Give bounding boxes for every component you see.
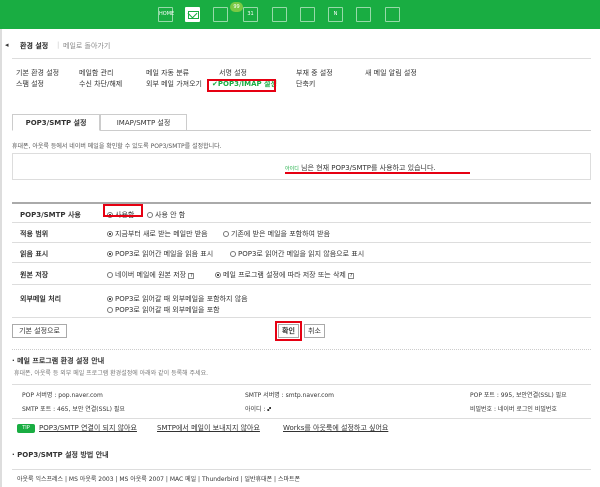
external-exclude[interactable]: POP3로 읽어갈 때 외부메일을 포함하지 않음 — [107, 294, 248, 304]
menu-external-mail[interactable]: 외부 메일 가져오기 — [146, 79, 202, 90]
menu-absence[interactable]: 부재 중 설정 — [296, 68, 333, 79]
row-label: 읽음 표시 — [20, 250, 49, 258]
menu-auto-sort[interactable]: 메일 자동 분류 — [146, 68, 202, 79]
table-row: 원본 저장 네이버 메일에 원본 저장 ? 메일 프로그램 설정에 따라 저장 … — [12, 262, 591, 284]
tip-link-works[interactable]: Works를 아웃룩에 설정하고 싶어요 — [283, 423, 388, 433]
password-info: 비밀번호 : 네이버 로그인 비밀번호 — [470, 406, 557, 413]
note-icon[interactable] — [213, 7, 228, 22]
tip-link-connect[interactable]: POP3/SMTP 연결이 되지 않아요 — [39, 423, 137, 433]
user-id: 아이디 : 🙾 — [245, 406, 271, 413]
help-icon[interactable]: ? — [188, 273, 195, 279]
method-title: · POP3/SMTP 설정 방법 안내 — [12, 451, 109, 459]
cancel-button[interactable]: 취소 — [304, 324, 325, 338]
read-unmark[interactable]: POP3로 읽어간 메일을 읽지 않음으로 표시 — [230, 249, 364, 259]
row-label: 원본 저장 — [20, 271, 49, 279]
smtp-port: SMTP 포트 : 465, 보안 연결(SSL) 필요 — [22, 406, 125, 413]
menu-signature[interactable]: 서명 설정 — [212, 68, 277, 79]
tip-badge: TIP — [17, 424, 35, 433]
page-title: 환경 설정 — [20, 42, 49, 50]
contact-icon[interactable] — [300, 7, 315, 22]
back-to-mail-link[interactable]: 메일로 돌아가기 — [63, 41, 110, 51]
guide-title: · 메일 프로그램 환경 설정 안내 — [12, 357, 105, 365]
read-mark[interactable]: POP3로 읽어간 메일을 읽음 표시 — [107, 249, 213, 259]
calendar-icon[interactable]: 31 — [243, 7, 258, 22]
pop-server: POP 서버명 : pop.naver.com — [22, 392, 103, 399]
scope-all[interactable]: 기존에 받은 메일을 포함하여 받음 — [223, 229, 330, 239]
highlight-box — [275, 321, 302, 341]
menu-column-5: 부재 중 설정 단축키 — [296, 68, 333, 90]
menu-mailbox[interactable]: 메일함 관리 — [79, 68, 122, 79]
pop-port: POP 포트 : 995, 보안연결(SSL) 필요 — [470, 392, 567, 399]
table-row: 외부메일 처리 POP3로 읽어갈 때 외부메일을 포함하지 않음 POP3로 … — [12, 284, 591, 318]
row-label: 외부메일 처리 — [20, 295, 62, 303]
highlight-box — [103, 204, 143, 217]
mail-icon[interactable] — [185, 7, 200, 22]
highlight-box — [207, 79, 276, 92]
table-row: 읽음 표시 POP3로 읽어간 메일을 읽음 표시 POP3로 읽어간 메일을 … — [12, 242, 591, 262]
description: 휴대폰, 아웃룩 등에서 네이버 메일을 확인할 수 있도록 POP3/SMTP… — [12, 143, 222, 150]
menu-block[interactable]: 수신 차단/해제 — [79, 79, 122, 90]
menu-basic-settings[interactable]: 기본 환경 설정 — [16, 68, 59, 79]
scope-new[interactable]: 지금부터 새로 받는 메일만 받음 — [107, 229, 208, 239]
badge: 99 — [230, 2, 243, 12]
tab-pop3[interactable]: POP3/SMTP 설정 — [12, 114, 100, 131]
left-border — [0, 29, 2, 487]
menu-shortcut[interactable]: 단축키 — [296, 79, 333, 90]
client-links[interactable]: 아웃룩 익스프레스 | MS 아웃룩 2003 | MS 아웃룩 2007 | … — [17, 474, 300, 483]
divider — [12, 58, 591, 59]
divider: | — [57, 41, 60, 49]
menu-column-1: 기본 환경 설정 스팸 설정 — [16, 68, 59, 90]
original-save[interactable]: 네이버 메일에 원본 저장 ? — [107, 270, 195, 280]
client-list: 아웃룩 익스프레스 | MS 아웃룩 2003 | MS 아웃룩 2007 | … — [12, 469, 591, 487]
smtp-server: SMTP 서버명 : smtp.naver.com — [245, 392, 334, 399]
highlight-underline — [285, 172, 470, 174]
doc-icon[interactable] — [272, 7, 287, 22]
row-label: POP3/SMTP 사용 — [20, 211, 81, 219]
help-icon[interactable]: ? — [348, 273, 355, 279]
guide-subtitle: 휴대폰, 아웃룩 등 외부 메일 프로그램 환경설정에 아래와 같이 등록해 주… — [14, 370, 209, 377]
original-program[interactable]: 메일 프로그램 설정에 따라 저장 또는 삭제 ? — [215, 270, 355, 280]
menu-column-2: 메일함 관리 수신 차단/해제 — [79, 68, 122, 90]
note-n-icon[interactable]: N — [328, 7, 343, 22]
menu-spam-settings[interactable]: 스팸 설정 — [16, 79, 59, 90]
tip-link-smtp[interactable]: SMTP에서 메일이 보내지지 않아요 — [157, 423, 260, 433]
menu-column-6: 새 메일 알림 설정 — [365, 68, 417, 79]
more-icon[interactable] — [385, 7, 400, 22]
collapse-icon[interactable]: ◂ — [5, 41, 9, 49]
table-row: POP3/SMTP 사용 사용함 사용 안 함 — [12, 202, 591, 222]
table-row: 적용 범위 지금부터 새로 받는 메일만 받음 기존에 받은 메일을 포함하여 … — [12, 222, 591, 242]
pop3-use-off[interactable]: 사용 안 함 — [147, 210, 185, 220]
cafe-icon[interactable] — [356, 7, 371, 22]
row-label: 적용 범위 — [20, 230, 49, 238]
default-settings-button[interactable]: 기본 설정으로 — [12, 324, 67, 338]
home-icon[interactable]: HOME — [158, 7, 174, 22]
menu-notification[interactable]: 새 메일 알림 설정 — [365, 68, 417, 79]
divider — [12, 349, 591, 350]
radio-off[interactable] — [147, 212, 153, 218]
menu-column-3: 메일 자동 분류 외부 메일 가져오기 — [146, 68, 202, 90]
external-include[interactable]: POP3로 읽어갈 때 외부메일을 포함 — [107, 305, 220, 315]
tab-imap[interactable]: IMAP/SMTP 설정 — [100, 114, 187, 131]
